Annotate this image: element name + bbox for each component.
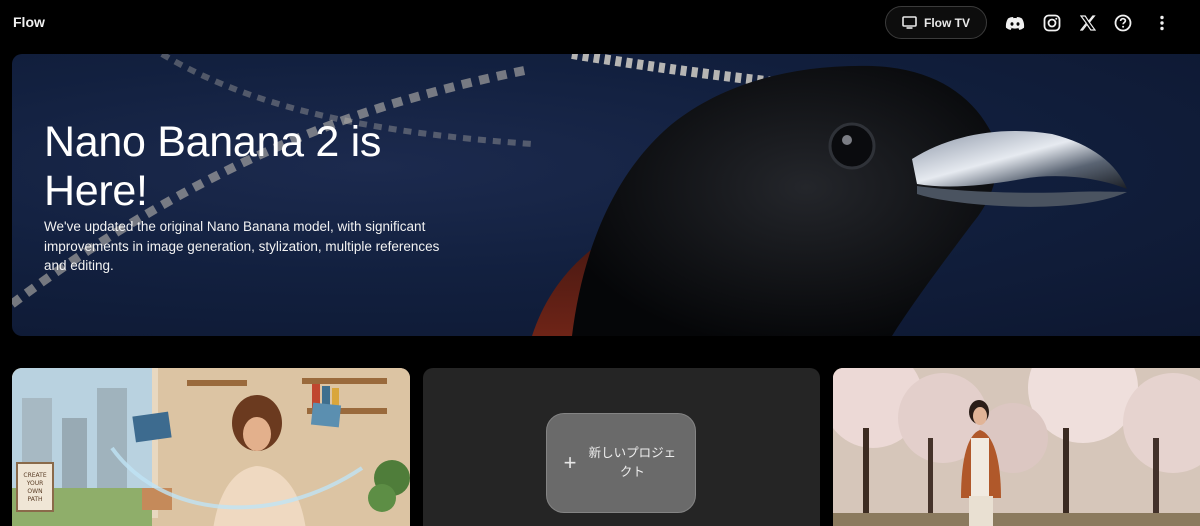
sign-line-1: CREATE [23,472,46,479]
more-vert-icon[interactable] [1151,12,1173,34]
app-title[interactable]: Flow [13,14,45,30]
new-project-label: 新しいプロジェクト [588,446,677,479]
creative-illustration-image: CREATE YOUR OWN PATH [12,368,410,526]
discord-icon[interactable] [1004,12,1026,34]
hero-title: Nano Banana 2 is Here! [44,118,382,215]
monitor-icon [902,16,917,29]
instagram-icon[interactable] [1041,12,1063,34]
x-icon[interactable] [1077,12,1099,34]
cherry-blossom-image [833,368,1200,526]
new-project-card: + 新しいプロジェクト [423,368,820,526]
help-icon[interactable] [1112,12,1134,34]
project-card-cherry-blossom[interactable] [833,368,1200,526]
sign-line-4: PATH [27,496,42,503]
sign-line-2: YOUR [26,480,44,487]
top-bar: Flow Flow TV [0,0,1200,46]
flow-tv-button[interactable]: Flow TV [885,6,987,39]
new-project-button[interactable]: + 新しいプロジェクト [546,413,696,513]
plus-icon: + [563,450,577,475]
sign-line-3: OWN [27,488,42,495]
hero-banner[interactable]: Nano Banana 2 is Here! We've updated the… [12,54,1200,336]
project-card-creative[interactable]: CREATE YOUR OWN PATH [12,368,410,526]
flow-tv-label: Flow TV [924,15,970,30]
hero-description: We've updated the original Nano Banana m… [44,219,440,273]
